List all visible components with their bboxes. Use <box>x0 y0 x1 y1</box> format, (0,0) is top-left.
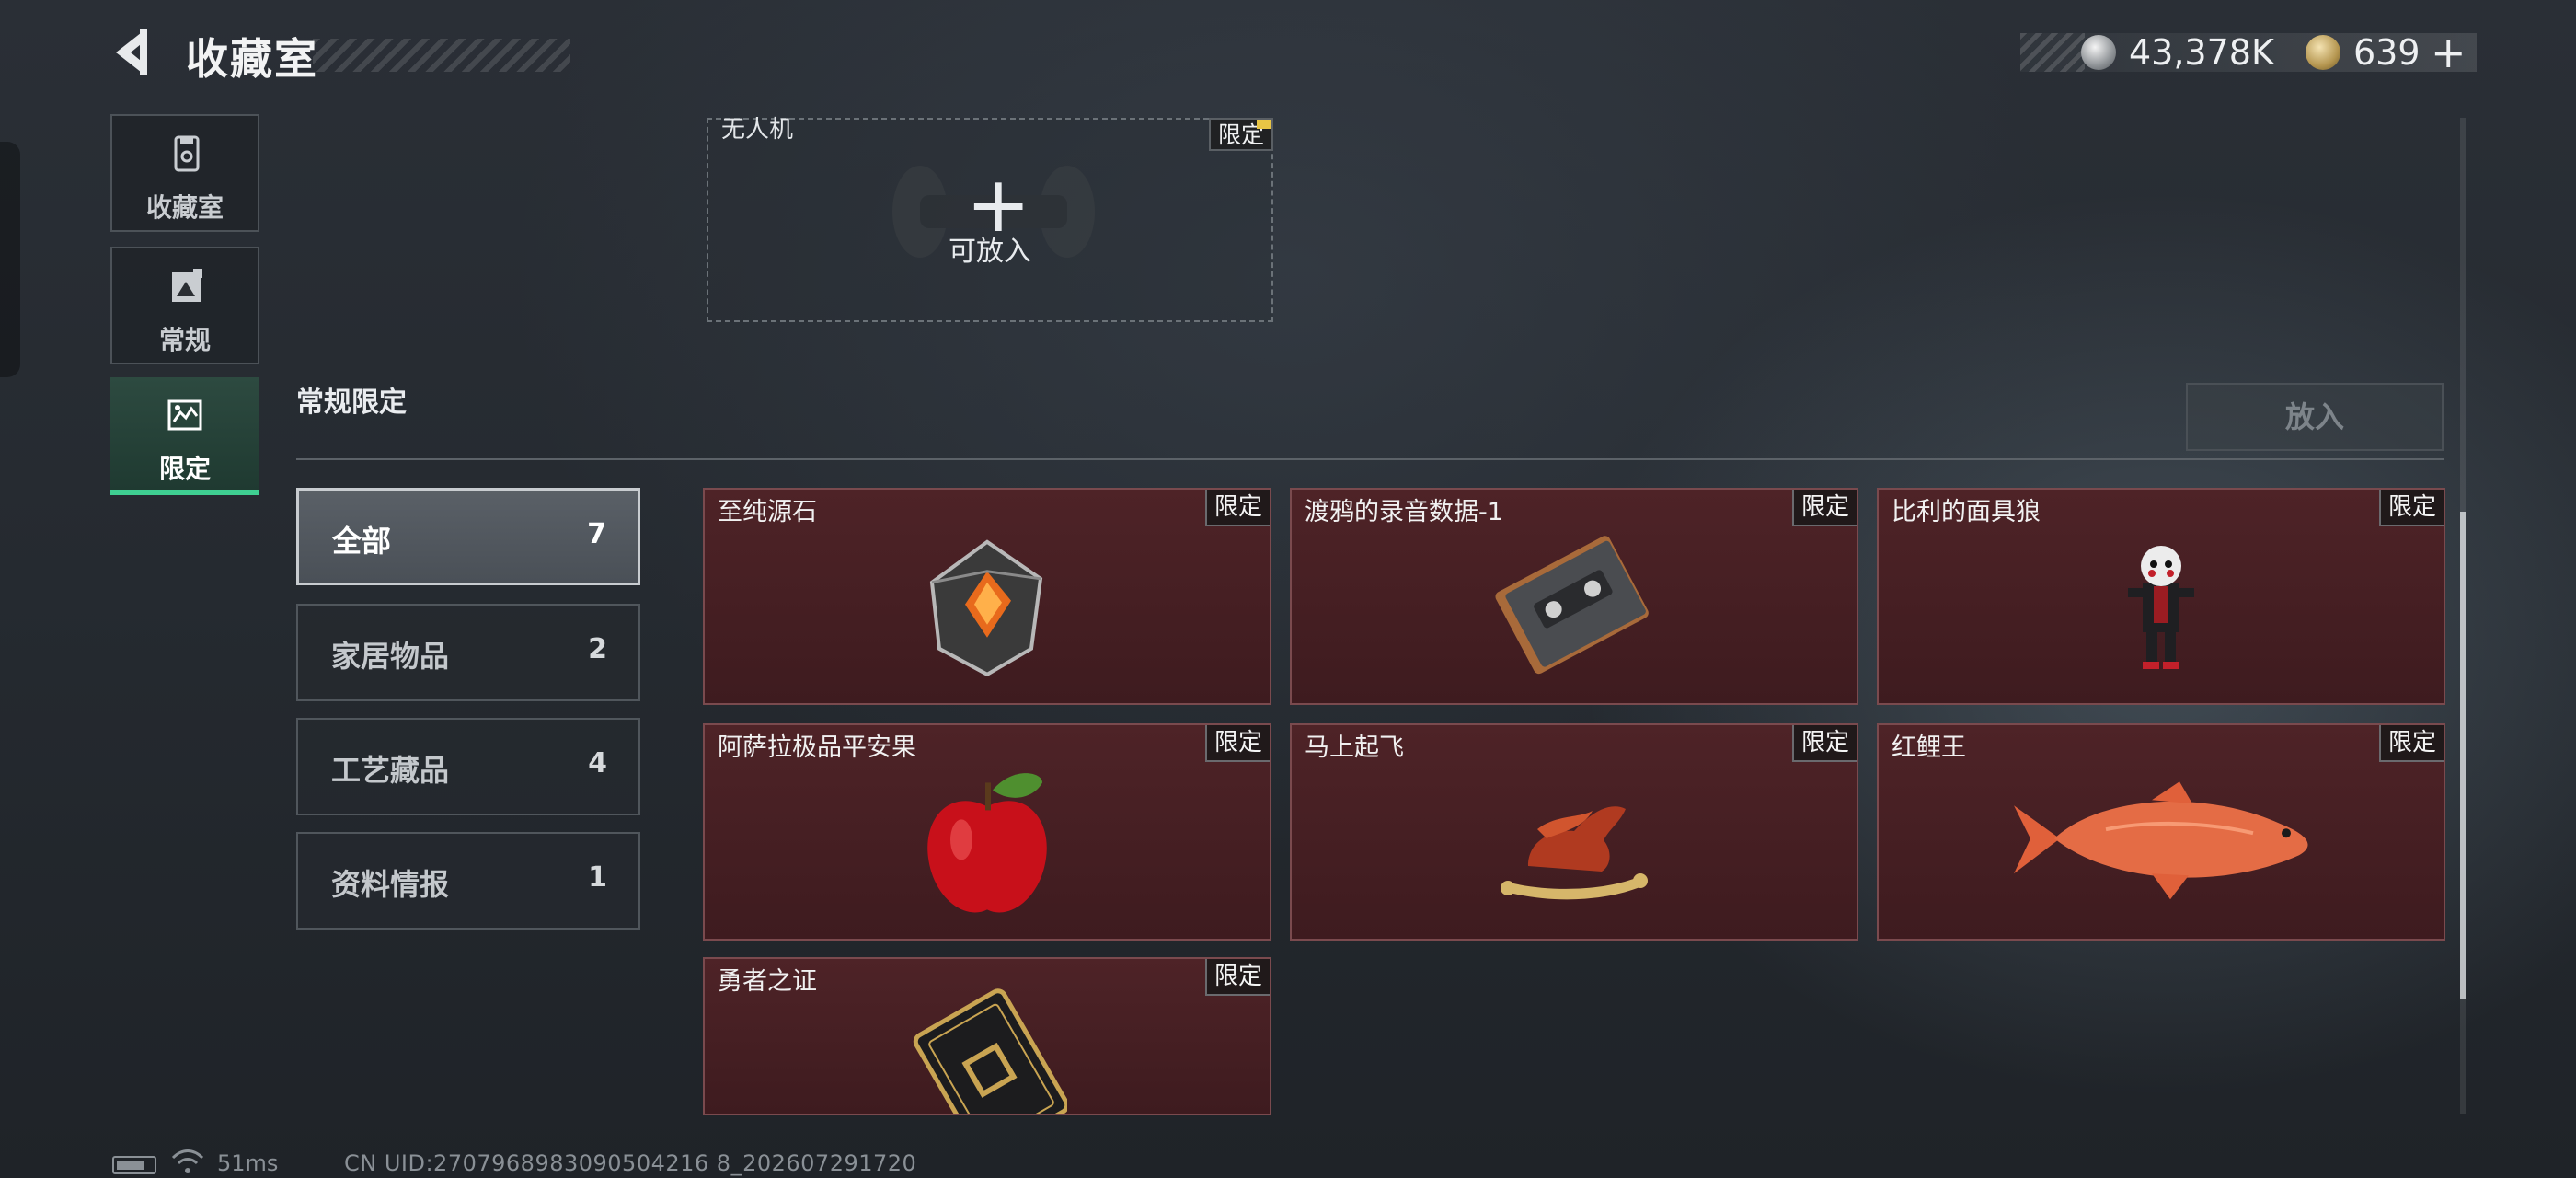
sidebar-item-collection-room[interactable]: 收藏室 <box>110 114 259 232</box>
sidebar-item-label: 常规 <box>158 325 211 355</box>
category-label: 资料情报 <box>331 867 450 902</box>
gold-coin-icon <box>2306 35 2340 70</box>
silver-coin-icon <box>2081 35 2116 70</box>
currency-bar: 43,378K 639 + <box>2020 31 2477 74</box>
page-title: 收藏室 <box>186 34 318 84</box>
limited-tag: 限定 <box>2378 490 2444 526</box>
category-label: 工艺藏品 <box>331 753 450 788</box>
item-name: 红鲤王 <box>1892 733 1966 762</box>
apple-icon <box>927 773 1047 913</box>
item-name: 比利的面具狼 <box>1892 498 2041 526</box>
item-name: 至纯源石 <box>718 498 817 526</box>
item-name: 渡鸦的录音数据-1 <box>1305 498 1503 526</box>
new-indicator <box>1257 120 1271 129</box>
horse-figurine-icon <box>1501 806 1648 900</box>
item-card[interactable]: 红鲤王 限定 <box>1877 723 2445 941</box>
page-title-area: 收藏室 <box>175 22 580 84</box>
puppet-doll-icon <box>2128 546 2194 669</box>
item-card[interactable]: 马上起飞 限定 <box>1290 723 1858 941</box>
sidebar-item-label: 收藏室 <box>145 192 224 223</box>
koi-fish-icon <box>2014 781 2308 900</box>
drone-slot-label: 无人机 <box>721 116 794 144</box>
scrollbar-thumb[interactable] <box>2460 512 2466 999</box>
category-all[interactable]: 全部 7 <box>296 488 640 585</box>
regular-icon <box>172 269 202 302</box>
category-count: 4 <box>588 747 607 780</box>
add-currency-button[interactable]: + <box>2431 31 2467 74</box>
category-count: 1 <box>588 861 607 894</box>
sidebar-item-regular[interactable]: 常规 <box>110 247 259 364</box>
top-bar: 收藏室 43,378K 639 + <box>0 0 2576 101</box>
back-arrow-icon <box>116 29 147 75</box>
item-card[interactable]: 比利的面具狼 限定 <box>1877 488 2445 705</box>
item-card[interactable]: 至纯源石 限定 <box>703 488 1271 705</box>
sidebar-item-label: 限定 <box>158 454 211 484</box>
title-hatch-decoration <box>313 39 570 72</box>
sidebar-item-limited[interactable]: 限定 <box>110 377 259 495</box>
category-label: 全部 <box>332 524 392 559</box>
battery-icon <box>112 1156 156 1174</box>
wifi-icon <box>171 1149 204 1173</box>
category-crafts[interactable]: 工艺藏品 4 <box>296 718 640 815</box>
limited-tag: 限定 <box>1204 490 1270 526</box>
cassette-tape-icon <box>1495 536 1649 675</box>
category-count: 7 <box>587 518 606 550</box>
limited-tag: 限定 <box>1791 725 1857 762</box>
silver-currency-value: 43,378K <box>2129 32 2274 73</box>
category-household[interactable]: 家居物品 2 <box>296 604 640 701</box>
limited-tag: 限定 <box>2378 725 2444 762</box>
item-name: 马上起飞 <box>1305 733 1404 762</box>
limited-tag: 限定 <box>1204 725 1270 762</box>
drone-display-slot[interactable]: 无人机 限定 + 可放入 <box>707 116 1273 322</box>
limited-icon <box>167 399 202 431</box>
card-emblem-icon <box>913 988 1067 1114</box>
drone-slot-hint: 可放入 <box>949 236 1031 268</box>
collection-room-icon <box>174 135 200 172</box>
user-uid: CN UID:2707968983090504216 8_20260729172… <box>344 1150 917 1176</box>
category-label: 家居物品 <box>331 639 450 674</box>
category-count: 2 <box>588 633 607 665</box>
item-name: 阿萨拉极品平安果 <box>718 733 916 762</box>
screen-edge-decoration <box>0 142 20 377</box>
ping-value: 51ms <box>217 1150 279 1176</box>
item-card[interactable]: 渡鸦的录音数据-1 限定 <box>1290 488 1858 705</box>
section-title: 常规限定 <box>296 387 407 419</box>
crystal-stone-icon <box>929 539 1043 677</box>
limited-tag: 限定 <box>1791 490 1857 526</box>
category-intel[interactable]: 资料情报 1 <box>296 832 640 930</box>
item-card[interactable]: 勇者之证 限定 <box>703 957 1271 1115</box>
limited-tag: 限定 <box>1204 959 1270 996</box>
place-button[interactable]: 放入 <box>2186 383 2444 451</box>
back-button[interactable] <box>109 26 158 79</box>
status-bar: 51ms CN UID:2707968983090504216 8_202607… <box>0 1141 2576 1178</box>
section-divider <box>296 458 2444 460</box>
gold-currency-value: 639 <box>2353 32 2421 73</box>
limited-tag: 限定 <box>1208 118 1273 151</box>
item-name: 勇者之证 <box>718 967 817 996</box>
item-card[interactable]: 阿萨拉极品平安果 限定 <box>703 723 1271 941</box>
